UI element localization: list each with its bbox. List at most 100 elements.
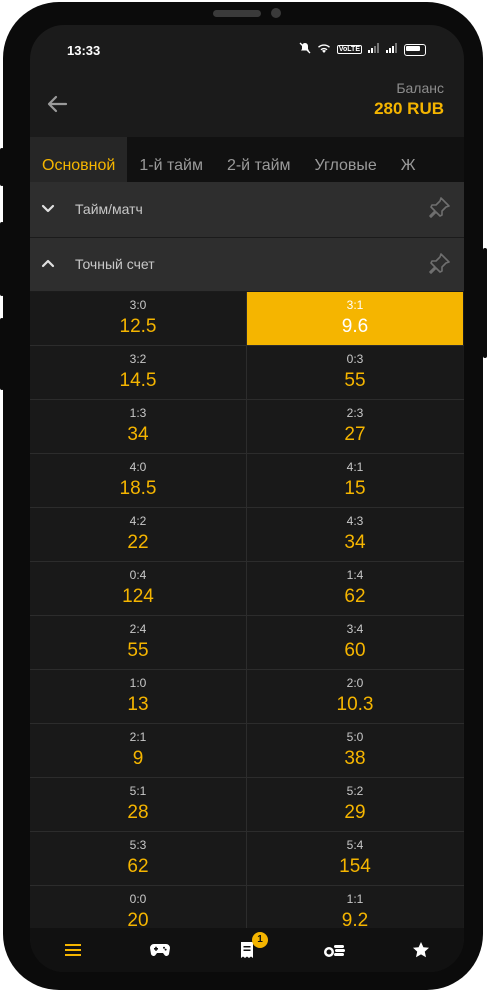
- odd-value: 22: [127, 532, 149, 553]
- odd-cell[interactable]: 1:3 34: [30, 400, 246, 453]
- table-row: 1:3 34 2:3 27: [30, 400, 464, 454]
- odd-cell[interactable]: 5:4 154: [246, 832, 463, 885]
- score-label: 4:1: [346, 460, 364, 474]
- odd-value: 29: [344, 802, 366, 823]
- odd-value: 124: [122, 586, 154, 607]
- section-half-match[interactable]: Тайм/матч: [30, 182, 464, 237]
- back-arrow-icon[interactable]: [44, 91, 70, 117]
- odd-value: 9: [132, 748, 144, 769]
- odd-value: 34: [127, 424, 149, 445]
- nav-menu[interactable]: [30, 928, 117, 972]
- score-label: 2:1: [129, 730, 147, 744]
- odd-value: 60: [344, 640, 366, 661]
- score-label: 0:0: [129, 892, 147, 906]
- side-button-volume-down: [0, 222, 4, 296]
- section-exact-score[interactable]: Точный счет: [30, 238, 464, 291]
- betslip-badge: 1: [251, 932, 268, 948]
- score-label: 5:3: [129, 838, 147, 852]
- phone-frame: 13:33 VoLTE Баланс 280 RUB Основной 1-й …: [3, 2, 483, 990]
- odd-cell[interactable]: 5:0 38: [246, 724, 463, 777]
- nav-cashier[interactable]: [290, 928, 377, 972]
- nav-games[interactable]: [117, 928, 204, 972]
- odd-value: 62: [344, 586, 366, 607]
- table-row: 3:2 14.5 0:3 55: [30, 346, 464, 400]
- odd-cell[interactable]: 2:0 10.3: [246, 670, 463, 723]
- battery-icon: [404, 43, 426, 56]
- score-label: 5:4: [346, 838, 364, 852]
- table-row: 1:0 13 2:0 10.3: [30, 670, 464, 724]
- table-row: 4:0 18.5 4:1 15: [30, 454, 464, 508]
- wifi-icon: [317, 43, 331, 57]
- odd-value: 62: [127, 856, 149, 877]
- chevron-down-icon: [41, 204, 55, 213]
- score-label: 3:2: [129, 352, 147, 366]
- score-label: 4:3: [346, 514, 364, 528]
- odd-cell[interactable]: 4:3 34: [246, 508, 463, 561]
- table-row: 5:3 62 5:4 154: [30, 832, 464, 886]
- table-row: 2:1 9 5:0 38: [30, 724, 464, 778]
- odd-value: 55: [127, 640, 149, 661]
- odd-cell[interactable]: 4:0 18.5: [30, 454, 246, 507]
- star-icon: [412, 942, 429, 958]
- odd-cell[interactable]: 4:1 15: [246, 454, 463, 507]
- odd-cell[interactable]: 1:4 62: [246, 562, 463, 615]
- section-title: Тайм/матч: [75, 201, 143, 217]
- status-bar: 13:33 VoLTE: [30, 25, 464, 75]
- odd-value: 34: [344, 532, 366, 553]
- balance-label: Баланс: [396, 80, 444, 96]
- odd-cell[interactable]: 5:1 28: [30, 778, 246, 831]
- odd-cell[interactable]: 3:4 60: [246, 616, 463, 669]
- score-label: 4:0: [129, 460, 147, 474]
- status-icons: VoLTE: [299, 42, 426, 57]
- odd-value: 38: [344, 748, 366, 769]
- odd-value: 27: [344, 424, 366, 445]
- odd-cell[interactable]: 2:4 55: [30, 616, 246, 669]
- score-label: 0:4: [129, 568, 147, 582]
- menu-icon: [65, 944, 82, 956]
- bottom-navigation: 1: [30, 928, 464, 972]
- score-label: 5:1: [129, 784, 147, 798]
- odd-cell[interactable]: 2:3 27: [246, 400, 463, 453]
- odd-cell[interactable]: 3:2 14.5: [30, 346, 246, 399]
- chevron-up-icon: [41, 259, 55, 268]
- score-label: 3:1: [346, 298, 364, 312]
- table-row: 0:4 124 1:4 62: [30, 562, 464, 616]
- odd-cell[interactable]: 4:2 22: [30, 508, 246, 561]
- odd-cell[interactable]: 5:2 29: [246, 778, 463, 831]
- balance-value[interactable]: 280 RUB: [374, 99, 444, 119]
- odd-cell[interactable]: 3:0 12.5: [30, 292, 246, 345]
- side-button-volume-up: [0, 148, 4, 186]
- odd-cell[interactable]: 2:1 9: [30, 724, 246, 777]
- section-title: Точный счет: [75, 256, 155, 272]
- table-row: 4:2 22 4:3 34: [30, 508, 464, 562]
- volte-badge: VoLTE: [336, 45, 362, 54]
- nav-favorites[interactable]: [377, 928, 464, 972]
- gamepad-icon: [150, 944, 171, 957]
- mute-icon: [299, 42, 311, 57]
- pin-icon[interactable]: [426, 195, 452, 221]
- side-button-power: [483, 248, 487, 358]
- front-camera: [271, 8, 281, 18]
- odd-value: 55: [344, 370, 366, 391]
- odd-cell-selected[interactable]: 3:1 9.6: [246, 292, 463, 345]
- odd-cell[interactable]: 0:4 124: [30, 562, 246, 615]
- table-row: 5:1 28 5:2 29: [30, 778, 464, 832]
- score-label: 2:4: [129, 622, 147, 636]
- odd-value: 28: [127, 802, 149, 823]
- score-label: 1:4: [346, 568, 364, 582]
- odd-cell[interactable]: 5:3 62: [30, 832, 246, 885]
- speaker-grille: [213, 10, 261, 17]
- odd-value: 12.5: [119, 316, 157, 337]
- score-label: 1:3: [129, 406, 147, 420]
- odd-value: 10.3: [336, 694, 374, 715]
- score-label: 2:0: [346, 676, 364, 690]
- score-label: 1:0: [129, 676, 147, 690]
- signal-icon-2: [386, 43, 398, 56]
- odd-value: 18.5: [119, 478, 157, 499]
- signal-icon-1: [368, 43, 380, 56]
- nav-betslip[interactable]: 1: [204, 928, 291, 972]
- odd-cell[interactable]: 0:3 55: [246, 346, 463, 399]
- odd-value: 14.5: [119, 370, 157, 391]
- odd-cell[interactable]: 1:0 13: [30, 670, 246, 723]
- pin-icon[interactable]: [426, 251, 452, 277]
